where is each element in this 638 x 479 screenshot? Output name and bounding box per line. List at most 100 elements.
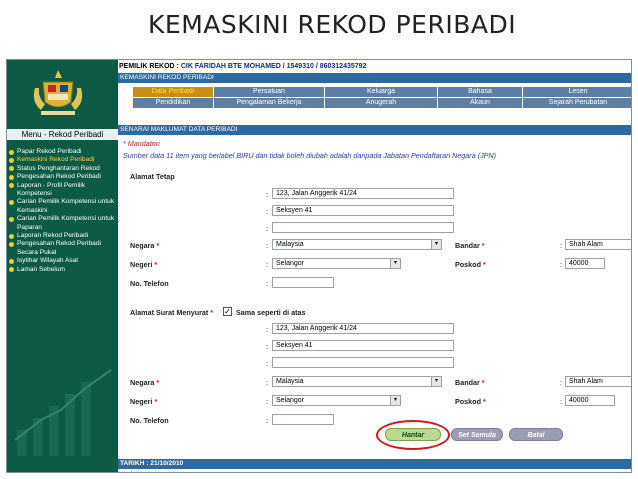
chevron-down-icon: ▾: [390, 396, 400, 405]
sidebar-item-label: Pengesahan Rekod Peribadi: [17, 173, 101, 181]
sidebar-item-papar-rekod[interactable]: Papar Rekod Peribadi: [8, 148, 118, 156]
main-content: PEMILIK REKOD : CIK FARIDAH BTE MOHAMED …: [118, 60, 631, 472]
colon: :: [266, 359, 268, 368]
negara-select[interactable]: Malaysia ▾: [272, 376, 442, 387]
alamat-surat-line2-input[interactable]: Seksyen 41: [272, 340, 454, 351]
set-semula-button[interactable]: Set Semula: [451, 428, 503, 441]
sidebar-item-label: Carian Pemilik Kompetensi untuk Paparan: [17, 215, 115, 231]
sidebar-item-status-penghantaran[interactable]: Status Penghantaran Rekod: [8, 165, 118, 173]
alamat-surat-line1-input[interactable]: 123, Jalan Anggerik 41/24: [272, 323, 454, 334]
sidebar-item-pengesahan-rekod[interactable]: Pengesahan Rekod Peribadi: [8, 173, 118, 181]
footer-date: TARIKH : 21/10/2010: [118, 459, 631, 469]
slide-title: KEMASKINI REKOD PERIBADI: [148, 10, 517, 39]
telefon-input[interactable]: [272, 277, 334, 288]
same-address-checkbox[interactable]: ✓: [223, 307, 232, 316]
sidebar-item-label: Status Penghantaran Rekod: [17, 164, 100, 172]
tab-lesen[interactable]: Lesen: [522, 87, 631, 97]
sidebar-item-label: Kemaskini Rekod Peribadi: [17, 156, 95, 164]
alamat-tetap-line3-input[interactable]: [272, 222, 454, 233]
hantar-button[interactable]: Hantar: [385, 428, 441, 441]
sidebar-item-laporan-profil[interactable]: Laporan - Profil Pemilik Kompetensi: [8, 182, 118, 199]
negeri-select[interactable]: Selangor ▾: [272, 258, 401, 269]
bullet-icon: [9, 149, 14, 155]
colon: :: [266, 207, 268, 216]
tab-sejarah-perubatan[interactable]: Sejarah Perubatan: [522, 98, 631, 108]
colon: :: [266, 279, 268, 288]
owner-label: PEMILIK REKOD :: [119, 63, 179, 70]
poskod-input[interactable]: 40000: [565, 258, 605, 269]
telefon-label: No. Telefon: [130, 416, 169, 425]
chevron-down-icon: ▾: [431, 240, 441, 249]
colon: :: [266, 397, 268, 406]
tab-akaun[interactable]: Akaun: [437, 98, 522, 108]
alamat-surat-line3-input[interactable]: [272, 357, 454, 368]
telefon-label: No. Telefon: [130, 279, 169, 288]
sidebar-item-label: Laporan - Profil Pemilik Kompetensi: [17, 181, 86, 198]
poskod-input[interactable]: 40000: [565, 395, 615, 406]
sidebar-item-label: Pengesahan Rekod Peribadi Secara Pukal: [17, 240, 101, 256]
owner-value: CIK FARIDAH BTE MOHAMED / 1549310 / 8603…: [180, 63, 367, 70]
jpn-source-note: Sumber data 11 item yang berlabel BIRU d…: [123, 151, 497, 160]
sidebar-menu: Papar Rekod Peribadi Kemaskini Rekod Per…: [8, 148, 118, 274]
negara-select[interactable]: Malaysia ▾: [272, 239, 442, 250]
sidebar-item-label: Carian Pemilik Kompetensi untuk Kemaskin…: [17, 198, 115, 214]
bandar-label: Bandar *: [455, 378, 485, 387]
telefon-input[interactable]: [272, 414, 334, 425]
tab-persatuan[interactable]: Persatuan: [213, 87, 324, 97]
tab-anugerah[interactable]: Anugerah: [324, 98, 437, 108]
negara-label: Negara *: [130, 378, 160, 387]
bullet-icon: [9, 216, 14, 222]
bandar-input[interactable]: Shah Alam: [565, 239, 631, 250]
bandar-input[interactable]: Shah Alam: [565, 376, 631, 387]
alamat-tetap-line1-input[interactable]: 123, Jalan Anggerik 41/24: [272, 188, 454, 199]
sidebar-item-laman-sebelum[interactable]: Laman Sebelum: [8, 266, 118, 274]
tab-pendidikan[interactable]: Pendidikan: [132, 98, 213, 108]
list-title: SENARAI MAKLUMAT DATA PERIBADI: [118, 125, 631, 135]
coat-of-arms-logo: [33, 70, 83, 115]
negara-label: Negara *: [130, 241, 160, 250]
sidebar-item-label: Laporan Rekod Peribadi: [17, 232, 89, 240]
colon: :: [266, 241, 268, 250]
owner-record: PEMILIK REKOD : CIK FARIDAH BTE MOHAMED …: [118, 62, 366, 72]
bullet-icon: [9, 233, 14, 239]
section-title: KEMASKINI REKOD PERIBADI: [118, 73, 631, 83]
bullet-icon: [9, 267, 14, 273]
chevron-down-icon: ▾: [390, 259, 400, 268]
app-screenshot: Menu - Rekod Peribadi Papar Rekod Periba…: [6, 59, 632, 473]
sidebar-item-pengesahan-pukal[interactable]: Pengesahan Rekod Peribadi Secara Pukal: [8, 240, 118, 257]
tab-pengalaman-bekerja[interactable]: Pengalaman Bekerja: [213, 98, 324, 108]
colon: :: [266, 190, 268, 199]
negeri-select[interactable]: Selangor ▾: [272, 395, 401, 406]
colon: :: [266, 325, 268, 334]
menu-heading: Menu - Rekod Peribadi: [7, 129, 118, 140]
sidebar-item-isytihar-wilayah[interactable]: Isytihar Wilayah Asal: [8, 257, 118, 265]
negeri-label: Negeri *: [130, 397, 158, 406]
negeri-label: Negeri *: [130, 260, 158, 269]
batal-button[interactable]: Batal: [509, 428, 563, 441]
tab-keluarga[interactable]: Keluarga: [324, 87, 437, 97]
chevron-down-icon: ▾: [431, 377, 441, 386]
bullet-icon: [9, 183, 14, 189]
tabs-row-2: Pendidikan Pengalaman Bekerja Anugerah A…: [132, 98, 631, 108]
bandar-label: Bandar *: [455, 241, 485, 250]
sidebar-item-carian-kemaskini[interactable]: Carian Pemilik Kompetensi untuk Kemaskin…: [8, 198, 118, 215]
colon: :: [266, 416, 268, 425]
colon: :: [560, 241, 562, 250]
tab-bahasa[interactable]: Bahasa: [437, 87, 522, 97]
sidebar: Menu - Rekod Peribadi Papar Rekod Periba…: [7, 60, 118, 472]
alamat-surat-heading: Alamat Surat Menyurat *: [130, 308, 214, 317]
sidebar-item-carian-paparan[interactable]: Carian Pemilik Kompetensi untuk Paparan: [8, 215, 118, 232]
bullet-icon: [9, 241, 14, 247]
poskod-label: Poskod *: [455, 397, 486, 406]
colon: :: [266, 224, 268, 233]
tab-data-peribadi[interactable]: Data Peribadi: [132, 87, 213, 97]
sidebar-item-label: Laman Sebelum: [17, 265, 66, 273]
poskod-label: Poskod *: [455, 260, 486, 269]
decorative-graph-icon: [14, 369, 112, 456]
bullet-icon: [9, 166, 14, 172]
sidebar-item-laporan-rekod[interactable]: Laporan Rekod Peribadi: [8, 232, 118, 240]
alamat-tetap-line2-input[interactable]: Seksyen 41: [272, 205, 454, 216]
colon: :: [560, 397, 562, 406]
alamat-tetap-heading: Alamat Tetap: [130, 172, 175, 181]
sidebar-item-kemaskini-rekod[interactable]: Kemaskini Rekod Peribadi: [8, 156, 118, 164]
